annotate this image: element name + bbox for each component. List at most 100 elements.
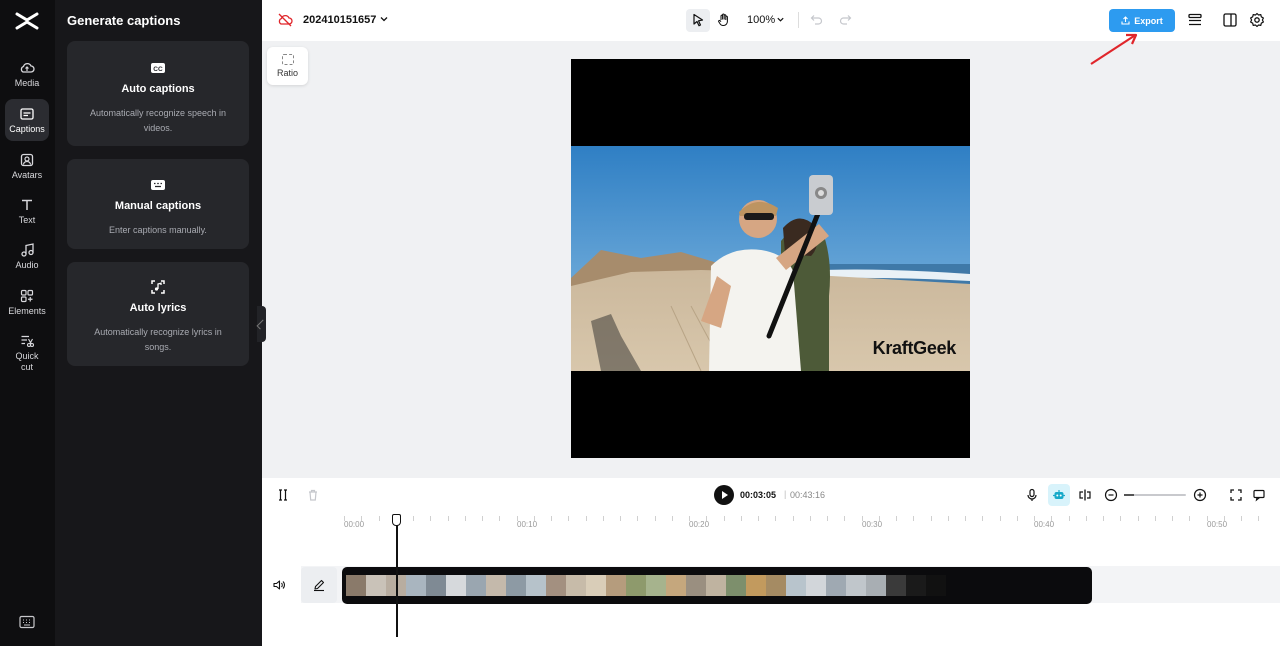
capcut-logo-icon[interactable] (15, 10, 39, 32)
clip-thumbnail (746, 575, 766, 596)
quick-cut-icon (21, 335, 35, 348)
ruler-tick (982, 516, 983, 521)
keyboard-shortcuts-icon[interactable] (19, 615, 35, 629)
ruler-tick (361, 516, 362, 521)
zoom-in-icon[interactable] (1193, 488, 1207, 502)
undo-icon[interactable] (810, 13, 823, 26)
captions-panel: Generate captions CC Auto captions Autom… (55, 0, 262, 646)
ruler-tick (655, 516, 656, 521)
ruler-tick (810, 516, 811, 521)
ruler-tick (637, 516, 638, 521)
feedback-comment-icon[interactable] (1252, 488, 1266, 502)
clip-thumbnail (806, 575, 826, 596)
zoom-level[interactable]: 100% (747, 14, 775, 26)
rail-item-elements[interactable]: Elements (5, 288, 49, 320)
split-screen-icon[interactable] (1078, 488, 1092, 502)
settings-gear-icon[interactable] (1249, 12, 1265, 28)
ruler-tick (430, 516, 431, 521)
current-time: 00:03:05 (740, 490, 777, 500)
ruler-tick (758, 516, 759, 521)
ruler-tick (482, 516, 483, 521)
microphone-icon[interactable] (1025, 488, 1039, 502)
ratio-button[interactable]: Ratio (267, 47, 308, 85)
clip-thumbnail (406, 575, 426, 596)
rail-item-media[interactable]: Media (5, 60, 49, 92)
chevron-down-icon[interactable] (379, 14, 389, 24)
select-tool-button[interactable] (686, 9, 710, 32)
timeline-zoom-slider-fill (1124, 494, 1134, 496)
project-name[interactable]: 202410151657 (303, 14, 376, 26)
ruler-tick (1051, 516, 1052, 521)
annotation-arrow-icon (1090, 33, 1138, 65)
manual-captions-card[interactable]: Manual captions Enter captions manually. (67, 159, 249, 249)
avatar-icon (20, 153, 34, 167)
auto-snap-toggle[interactable] (1048, 484, 1070, 506)
ruler-tick (862, 516, 863, 521)
ratio-label: Ratio (276, 68, 298, 78)
cloud-sync-off-icon[interactable] (277, 12, 293, 28)
ruler-tick (1207, 516, 1208, 521)
ruler-tick (965, 516, 966, 521)
ruler-tick (672, 516, 673, 521)
clip-thumbnail (546, 575, 566, 596)
ruler-tick (1189, 516, 1190, 521)
clip-thumbnail (486, 575, 506, 596)
clip-thumbnail (586, 575, 606, 596)
layout-panel-icon[interactable] (1222, 12, 1238, 28)
hand-tool-button[interactable] (712, 9, 736, 32)
ruler-tick (448, 516, 449, 521)
rail-item-avatars[interactable]: Avatars (5, 152, 49, 184)
zoom-out-icon[interactable] (1104, 488, 1118, 502)
play-button[interactable] (714, 485, 734, 505)
export-upload-icon (1121, 16, 1130, 25)
manual-captions-desc: Enter captions manually. (109, 225, 207, 235)
rail-label-audio: Audio (15, 260, 39, 270)
clip-thumbnail (886, 575, 906, 596)
clip-thumbnail (566, 575, 586, 596)
rail-item-text[interactable]: Text (5, 197, 49, 229)
ruler-label: 00:40 (1034, 520, 1055, 529)
redo-icon[interactable] (839, 13, 852, 26)
playhead-handle[interactable] (392, 514, 401, 526)
auto-captions-title: Auto captions (121, 83, 195, 95)
ruler-tick (551, 516, 552, 521)
ruler-tick (1241, 516, 1242, 521)
ruler-tick (913, 516, 914, 521)
hand-icon (718, 13, 728, 27)
video-canvas[interactable]: KraftGeek (571, 59, 970, 458)
rail-item-audio[interactable]: Audio (5, 242, 49, 274)
clip-thumbnail (606, 575, 626, 596)
ruler-tick (1258, 516, 1259, 521)
ruler-tick (1086, 516, 1087, 521)
auto-captions-card[interactable]: CC Auto captions Automatically recognize… (67, 41, 249, 146)
auto-lyrics-card[interactable]: Auto lyrics Automatically recognize lyri… (67, 262, 249, 366)
layers-stack-icon[interactable] (1187, 12, 1203, 28)
ruler-tick (603, 516, 604, 521)
zoom-chevron-down-icon[interactable] (776, 15, 785, 24)
fullscreen-icon[interactable] (1229, 488, 1243, 502)
rail-item-quick-cut[interactable]: Quick cut (5, 333, 49, 375)
cc-icon: CC (151, 63, 165, 73)
robot-ai-icon (1053, 490, 1065, 499)
timeline-panel[interactable]: 00:00 00:10 00:20 00:30 00:40 00:50 (262, 513, 1280, 646)
captions-icon (20, 108, 34, 120)
delete-trash-icon[interactable] (306, 488, 320, 502)
auto-captions-desc: Automatically recognize speech in videos… (89, 108, 227, 133)
svg-text:CC: CC (153, 66, 163, 73)
split-tool-icon[interactable] (276, 488, 290, 502)
ruler-label: 00:00 (344, 520, 365, 529)
ruler-tick (1103, 516, 1104, 521)
export-button[interactable]: Export (1109, 9, 1175, 32)
playback-controls-bar: 00:03:05 | 00:43:16 (262, 478, 1280, 513)
text-icon (22, 199, 32, 210)
ruler-label: 00:30 (862, 520, 883, 529)
rail-label-elements: Elements (8, 306, 46, 316)
rail-item-captions[interactable]: Captions (5, 99, 49, 141)
video-clip[interactable] (342, 567, 1092, 604)
track-audio-speaker-icon[interactable] (272, 578, 286, 592)
edit-cover-button[interactable] (301, 567, 337, 603)
panel-collapse-handle[interactable] (257, 306, 266, 342)
ruler-tick (1138, 516, 1139, 521)
ruler-tick (620, 516, 621, 521)
clip-thumbnail (666, 575, 686, 596)
